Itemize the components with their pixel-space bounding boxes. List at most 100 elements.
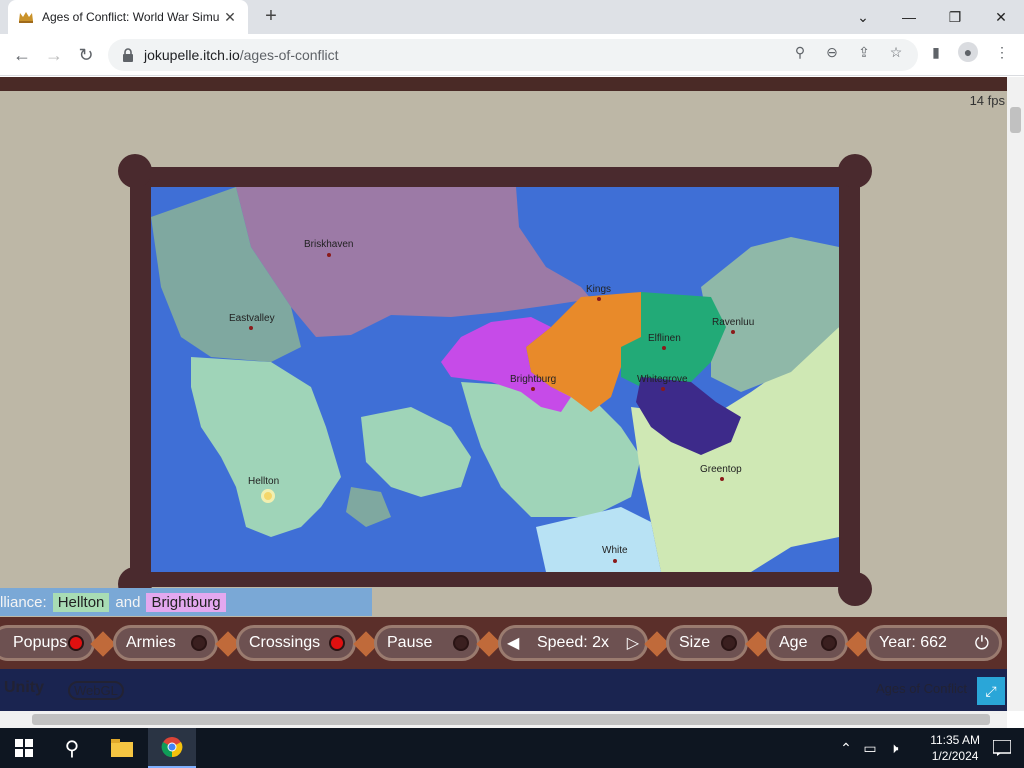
- pause-indicator: [453, 635, 469, 651]
- city-marker[interactable]: [661, 387, 665, 391]
- scroll-thumb[interactable]: [1010, 107, 1021, 133]
- age-indicator: [821, 635, 837, 651]
- city-marker[interactable]: [720, 477, 724, 481]
- game-title-footer: Ages of Conflict: [875, 681, 967, 696]
- city-marker[interactable]: [662, 346, 666, 350]
- popups-indicator: [68, 635, 84, 651]
- windows-start-icon[interactable]: [0, 728, 48, 768]
- city-label: Eastvalley: [229, 313, 275, 324]
- maximize-button[interactable]: ❐: [932, 4, 978, 30]
- city-marker[interactable]: [249, 326, 253, 330]
- size-indicator: [721, 635, 737, 651]
- city-label: Briskhaven: [304, 239, 354, 250]
- city-label: Whitegrove: [637, 374, 688, 385]
- clock-date: 1/2/2024: [931, 749, 979, 763]
- forward-arrow-icon[interactable]: →: [42, 43, 66, 67]
- popups-label: Popups: [13, 634, 68, 651]
- alliance-party-2: Brightburg: [146, 592, 226, 612]
- speed-control: ◀ Speed: 2x ▷: [498, 625, 648, 661]
- alliance-party-1: Hellton: [52, 592, 110, 612]
- tab-close-icon[interactable]: ✕: [222, 9, 238, 25]
- tab-bar: Ages of Conflict: World War Simu ✕ + ⌄ —…: [0, 0, 1024, 34]
- armies-label: Armies: [126, 634, 176, 651]
- bookmark-star-icon[interactable]: ☆: [886, 42, 906, 62]
- pause-label: Pause: [387, 634, 433, 651]
- search-icon[interactable]: ⚲: [790, 42, 810, 62]
- new-tab-button[interactable]: +: [260, 6, 282, 28]
- world-map[interactable]: Briskhaven Eastvalley Kings Elflinen Rav…: [151, 187, 839, 572]
- file-explorer-icon[interactable]: [98, 728, 146, 768]
- age-label: Age: [779, 634, 808, 651]
- city-label: Greentop: [700, 464, 742, 475]
- crossings-label: Crossings: [249, 634, 321, 651]
- crown-icon: [19, 12, 33, 23]
- chrome-icon[interactable]: [148, 728, 196, 768]
- crossings-toggle[interactable]: Crossings: [236, 625, 356, 661]
- horizontal-scrollbar[interactable]: [0, 711, 1007, 728]
- clock-time: 11:35 AM: [930, 733, 980, 747]
- fps-counter: 14 fps: [969, 93, 1005, 108]
- game-canvas[interactable]: 14 fps Briskhaven Eastvalley Kings Elfli…: [0, 77, 1007, 711]
- crossings-indicator: [329, 635, 345, 651]
- city-marker[interactable]: [531, 387, 535, 391]
- city-marker[interactable]: [613, 559, 617, 563]
- address-toolbar: ← → ↻ jokupelle.itch.io/ages-of-conflict…: [0, 34, 1024, 76]
- unity-logo: Unity: [4, 679, 44, 696]
- size-label: Size: [679, 634, 711, 651]
- capital-marker[interactable]: [261, 489, 275, 503]
- top-border: [0, 77, 1007, 91]
- network-icon[interactable]: ▭: [858, 728, 882, 768]
- search-icon[interactable]: ⚲: [48, 728, 96, 768]
- close-window-button[interactable]: ✕: [978, 4, 1024, 30]
- year-label: Year: 662: [879, 634, 947, 651]
- fullscreen-icon[interactable]: ⤢: [977, 677, 1005, 705]
- side-panel-icon[interactable]: ▮: [926, 42, 946, 62]
- city-label: Kings: [586, 284, 612, 295]
- bar-ornament: [90, 631, 116, 657]
- city-label: White: [602, 545, 628, 556]
- city-label: Ravenluu: [712, 317, 755, 328]
- alliance-notification: lliance: Hellton and Brightburg: [0, 588, 372, 616]
- scroll-thumb[interactable]: [32, 714, 990, 725]
- city-marker[interactable]: [327, 253, 331, 257]
- chevron-up-icon[interactable]: ⌃: [834, 728, 858, 768]
- pause-toggle[interactable]: Pause: [374, 625, 480, 661]
- year-display: Year: 662 ⏻: [866, 625, 1002, 661]
- armies-indicator: [191, 635, 207, 651]
- speed-decrease-icon[interactable]: ◀: [507, 633, 519, 653]
- profile-avatar-icon[interactable]: ●: [958, 42, 978, 62]
- back-arrow-icon[interactable]: ←: [10, 43, 34, 67]
- vertical-scrollbar[interactable]: [1007, 77, 1024, 711]
- minimize-button[interactable]: —: [886, 4, 932, 30]
- city-marker[interactable]: [731, 330, 735, 334]
- armies-toggle[interactable]: Armies: [113, 625, 218, 661]
- url-text: jokupelle.itch.io/ages-of-conflict: [144, 47, 339, 63]
- city-marker[interactable]: [597, 297, 601, 301]
- territory-map[interactable]: [151, 187, 839, 572]
- city-label: Brightburg: [510, 374, 557, 385]
- share-icon[interactable]: ⇪: [854, 42, 874, 62]
- size-toggle[interactable]: Size: [666, 625, 748, 661]
- reload-icon[interactable]: ↻: [74, 43, 98, 67]
- age-toggle[interactable]: Age: [766, 625, 848, 661]
- city-label: Elflinen: [648, 333, 681, 344]
- speed-label: Speed: 2x: [536, 634, 610, 651]
- tab-title: Ages of Conflict: World War Simu: [42, 10, 220, 24]
- frame-corner: [118, 154, 152, 188]
- system-clock[interactable]: 11:35 AM 1/2/2024: [930, 732, 980, 764]
- speed-increase-icon[interactable]: ▷: [627, 633, 639, 653]
- browser-tab[interactable]: Ages of Conflict: World War Simu ✕: [8, 0, 248, 34]
- notification-icon[interactable]: [978, 728, 1024, 768]
- lock-icon: [123, 48, 133, 62]
- tab-search-icon[interactable]: ⌄: [840, 4, 886, 30]
- taskbar: ⚲ ⌃ ▭ 🕨 11:35 AM 1/2/2024: [0, 728, 1024, 768]
- zoom-out-icon[interactable]: ⊖: [822, 42, 842, 62]
- power-icon[interactable]: ⏻: [975, 633, 989, 654]
- volume-muted-icon[interactable]: 🕨: [882, 728, 906, 768]
- city-label: Hellton: [248, 476, 280, 487]
- menu-dots-icon[interactable]: ⋮: [992, 42, 1012, 62]
- alliance-prefix: lliance:: [0, 593, 47, 611]
- control-bar: Popups Armies Crossings Pause ◀ Speed: 2…: [0, 617, 1007, 669]
- popups-toggle[interactable]: Popups: [0, 625, 95, 661]
- frame-corner: [838, 154, 872, 188]
